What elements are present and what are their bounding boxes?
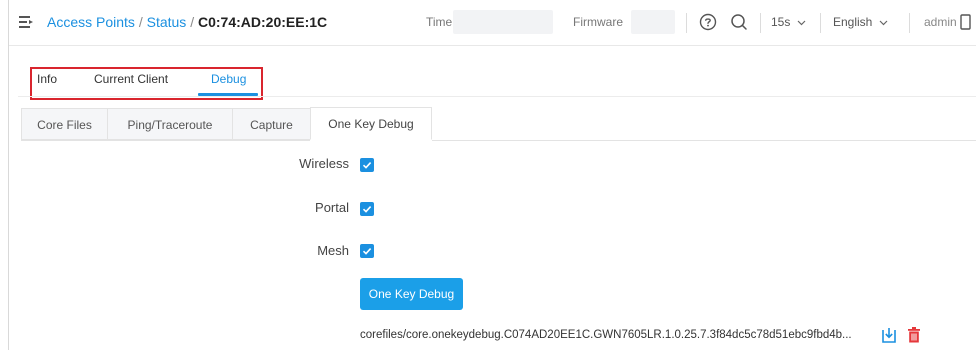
tab-current-client[interactable]: Current Client [94,72,168,86]
tab-debug[interactable]: Debug [211,72,246,86]
subtab-capture[interactable]: Capture [232,108,311,140]
breadcrumb-access-points[interactable]: Access Points [47,14,135,30]
wireless-checkbox[interactable] [360,158,374,172]
tab-info[interactable]: Info [37,72,57,86]
breadcrumb: Access Points / Status / C0:74:AD:20:EE:… [47,14,327,30]
mesh-checkbox[interactable] [360,244,374,258]
subtabs-divider [432,140,976,141]
checkmark-icon [362,206,372,213]
header-divider [760,13,761,33]
firmware-value-box [631,10,675,34]
delete-icon[interactable] [905,326,923,344]
one-key-debug-button[interactable]: One Key Debug [360,278,463,310]
language-select[interactable]: English [833,15,888,29]
breadcrumb-current-ap: C0:74:AD:20:EE:1C [197,14,328,30]
top-header: Access Points / Status / C0:74:AD:20:EE:… [9,0,976,46]
window-left-border [8,0,9,350]
refresh-interval-value: 15s [771,15,791,29]
subtab-one-key-debug[interactable]: One Key Debug [310,107,432,140]
subtab-ping-traceroute[interactable]: Ping/Traceroute [107,108,233,140]
time-label: Time [426,15,453,29]
wireless-label: Wireless [299,156,349,171]
breadcrumb-separator: / [186,14,198,30]
checkmark-icon [362,248,372,255]
help-icon[interactable] [699,13,717,31]
subtab-core-files[interactable]: Core Files [21,108,108,140]
header-divider [820,13,821,33]
checkmark-icon [362,162,372,169]
breadcrumb-status[interactable]: Status [147,14,187,30]
chevron-down-icon [797,15,806,29]
portal-label: Portal [315,200,349,215]
chevron-down-icon [879,15,888,29]
language-value: English [833,15,873,29]
time-value-box [453,10,553,34]
header-divider [909,13,910,33]
download-icon[interactable] [880,326,898,344]
tabs-divider [18,96,976,97]
user-name[interactable]: admin [924,15,957,29]
search-icon[interactable] [730,13,748,31]
menu-collapse-icon[interactable] [19,16,33,29]
refresh-interval-select[interactable]: 15s [771,15,806,29]
logout-icon[interactable] [959,13,971,31]
header-divider [686,13,687,33]
firmware-label: Firmware [573,15,623,29]
debug-file-name: corefiles/core.onekeydebug.C074AD20EE1C.… [360,329,852,341]
breadcrumb-separator: / [134,14,147,30]
subtabs-divider [21,140,310,141]
portal-checkbox[interactable] [360,202,374,216]
mesh-label: Mesh [317,243,349,258]
